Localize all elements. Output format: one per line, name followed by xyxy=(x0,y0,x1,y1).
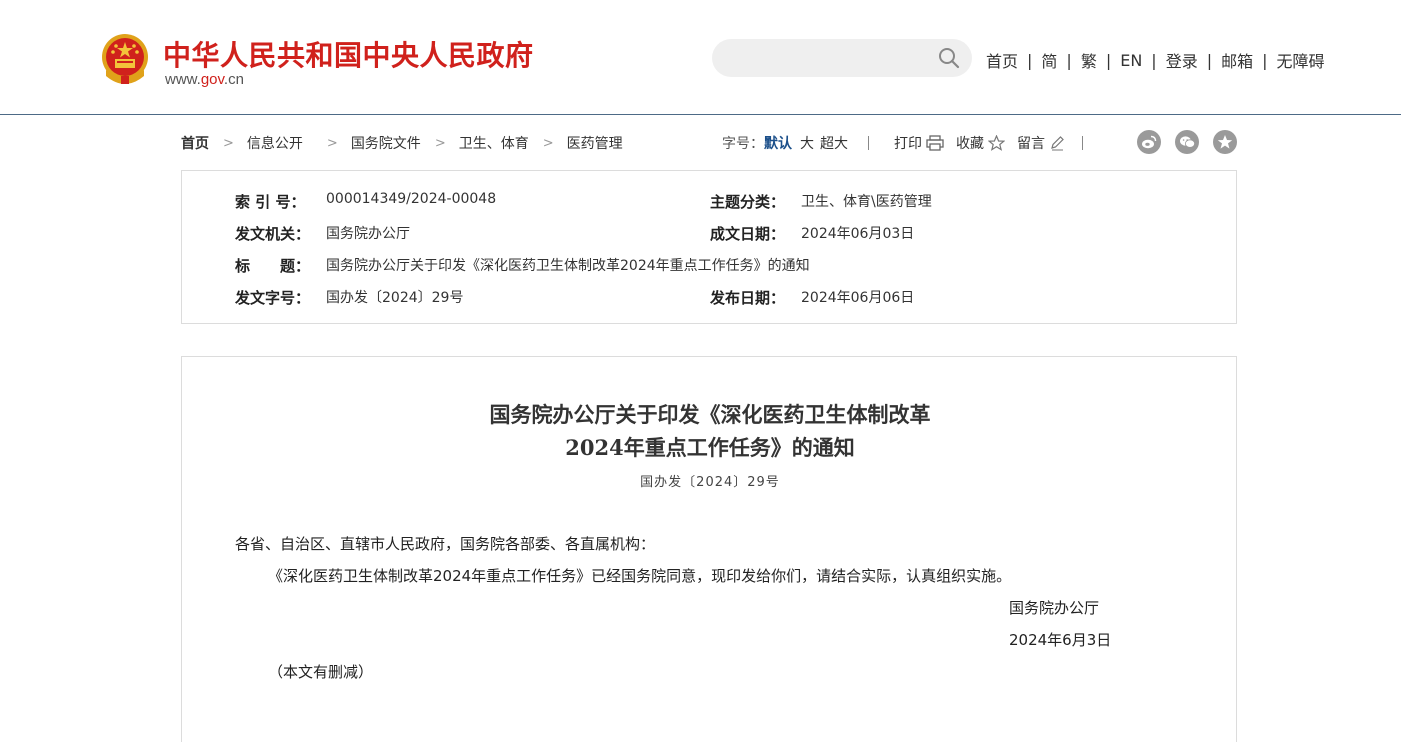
print-label: 打印 xyxy=(894,136,922,152)
article-paragraph: 《深化医药卫生体制改革2024年重点工作任务》已经国务院同意，现印发给你们，请结… xyxy=(268,567,1012,585)
site-header: 中华人民共和国中央人民政府 www.gov.cn 首页 | 简 | 繁 | EN… xyxy=(0,0,1401,115)
search-icon[interactable] xyxy=(938,47,960,69)
document-metadata-panel: 索 引 号： 000014349/2024-00048 主题分类： 卫生、体育\… xyxy=(181,170,1237,324)
search-input[interactable] xyxy=(712,39,972,77)
star-icon xyxy=(988,135,1005,151)
meta-issuer-row: 发文机关： 国务院办公厅 xyxy=(235,223,410,244)
breadcrumb-health-sports[interactable]: 卫生、体育 xyxy=(459,133,529,153)
meta-category-row: 主题分类： 卫生、体育\医药管理 xyxy=(710,191,932,212)
meta-title-label: 标 题： xyxy=(235,257,311,275)
article-signature: 国务院办公厅 xyxy=(1009,599,1100,617)
nav-mail[interactable]: 邮箱 xyxy=(1221,48,1253,72)
breadcrumb-home[interactable]: 首页 xyxy=(181,133,209,153)
top-nav: 首页 | 简 | 繁 | EN | 登录 | 邮箱 | 无障碍 xyxy=(986,48,1325,72)
comment-label: 留言 xyxy=(1017,136,1045,152)
meta-written-date-row: 成文日期： 2024年06月03日 xyxy=(710,223,914,244)
meta-title-row: 标 题： 国务院办公厅关于印发《深化医药卫生体制改革2024年重点工作任务》的通… xyxy=(235,255,810,276)
site-url[interactable]: www.gov.cn xyxy=(165,71,244,88)
meta-issuer-value: 国务院办公厅 xyxy=(326,226,410,242)
meta-doc-number-value: 国办发〔2024〕29号 xyxy=(326,290,464,306)
font-size-large[interactable]: 大 xyxy=(800,133,814,153)
meta-doc-number-label: 发文字号： xyxy=(235,289,311,307)
nav-separator: | xyxy=(1105,50,1112,70)
article-body: 国务院办公厅关于印发《深化医药卫生体制改革 2024年重点工作任务》的通知 国办… xyxy=(181,356,1237,742)
weibo-icon xyxy=(1142,135,1157,149)
nav-separator: | xyxy=(1066,50,1072,70)
font-size-xlarge[interactable]: 超大 xyxy=(820,133,848,153)
meta-title-value: 国务院办公厅关于印发《深化医药卫生体制改革2024年重点工作任务》的通知 xyxy=(326,258,810,274)
article-date: 2024年6月3日 xyxy=(1009,631,1112,649)
weibo-share-button[interactable] xyxy=(1137,130,1161,154)
meta-doc-number-row: 发文字号： 国办发〔2024〕29号 xyxy=(235,287,463,308)
comment-button[interactable]: 留言 xyxy=(1017,133,1065,153)
font-size-label: 字号： xyxy=(722,136,764,152)
meta-issuer-label: 发文机关： xyxy=(235,225,311,243)
meta-category-label: 主题分类： xyxy=(710,193,786,211)
toolbar-divider xyxy=(868,136,869,150)
meta-category-value: 卫生、体育\医药管理 xyxy=(801,194,932,210)
breadcrumb: 首页 > 信息公开 > 国务院文件 > 卫生、体育 > 医药管理 xyxy=(181,133,623,153)
article-toolbar: 字号： 默认 大 超大 打印 收藏 留言 xyxy=(722,133,1083,153)
printer-icon xyxy=(926,135,944,151)
site-url-mid: gov xyxy=(200,71,224,88)
nav-separator: | xyxy=(1151,50,1157,70)
national-emblem-icon[interactable] xyxy=(100,32,150,86)
qzone-share-button[interactable] xyxy=(1213,130,1237,154)
meta-written-date-label: 成文日期： xyxy=(710,225,786,243)
site-url-suffix: .cn xyxy=(223,71,244,88)
site-url-prefix: www. xyxy=(165,71,201,88)
breadcrumb-arrow: > xyxy=(223,135,234,151)
meta-written-date-value: 2024年06月03日 xyxy=(801,226,915,242)
breadcrumb-arrow: > xyxy=(326,135,338,151)
article-title-line-2: 2024年重点工作任务》的通知 xyxy=(565,435,855,460)
meta-publish-date-value: 2024年06月06日 xyxy=(801,290,915,306)
wechat-icon xyxy=(1179,136,1195,148)
meta-index-row: 索 引 号： 000014349/2024-00048 xyxy=(235,191,496,212)
article-title-line-1: 国务院办公厅关于印发《深化医药卫生体制改革 xyxy=(489,402,931,427)
nav-simplified[interactable]: 简 xyxy=(1041,48,1057,72)
article-salutation: 各省、自治区、直辖市人民政府，国务院各部委、各直属机构： xyxy=(235,535,656,553)
breadcrumb-info-public[interactable]: 信息公开 xyxy=(247,133,303,153)
article-note: （本文有删减） xyxy=(268,663,374,681)
toolbar-divider xyxy=(1082,136,1083,150)
meta-index-label: 索 引 号： xyxy=(235,193,306,211)
article-doc-number: 国办发〔2024〕29号 xyxy=(640,475,780,490)
nav-separator: | xyxy=(1262,50,1268,70)
site-title[interactable]: 中华人民共和国中央人民政府 xyxy=(163,34,534,74)
font-size-default[interactable]: 默认 xyxy=(764,133,792,153)
breadcrumb-medicine-admin[interactable]: 医药管理 xyxy=(567,133,623,153)
breadcrumb-state-council-docs[interactable]: 国务院文件 xyxy=(351,133,421,153)
nav-login[interactable]: 登录 xyxy=(1166,48,1198,72)
meta-publish-date-label: 发布日期： xyxy=(710,289,786,307)
meta-publish-date-row: 发布日期： 2024年06月06日 xyxy=(710,287,914,308)
favorite-label: 收藏 xyxy=(956,136,984,152)
breadcrumb-arrow: > xyxy=(434,135,446,151)
nav-separator: | xyxy=(1206,50,1213,70)
pencil-icon xyxy=(1051,136,1064,151)
print-button[interactable]: 打印 xyxy=(894,133,944,153)
favorite-button[interactable]: 收藏 xyxy=(956,133,1005,153)
nav-home[interactable]: 首页 xyxy=(986,48,1018,72)
wechat-share-button[interactable] xyxy=(1175,130,1199,154)
nav-traditional[interactable]: 繁 xyxy=(1081,48,1097,72)
qzone-icon xyxy=(1217,135,1233,149)
nav-accessibility[interactable]: 无障碍 xyxy=(1277,48,1325,72)
meta-index-value: 000014349/2024-00048 xyxy=(326,191,497,207)
nav-english[interactable]: EN xyxy=(1120,51,1142,70)
nav-separator: | xyxy=(1027,50,1033,70)
breadcrumb-arrow: > xyxy=(542,135,554,151)
